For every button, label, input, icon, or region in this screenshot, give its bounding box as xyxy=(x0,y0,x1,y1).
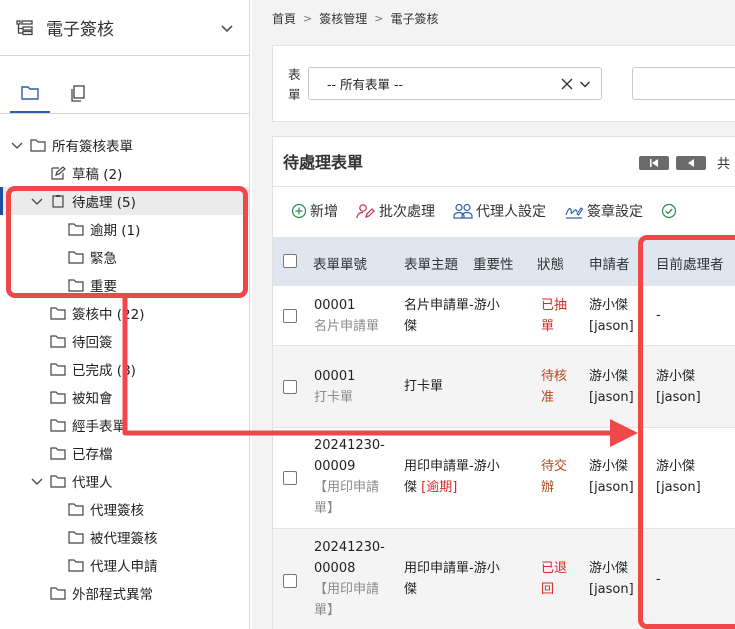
annotation-arrow xyxy=(122,298,638,447)
arrow-head-icon xyxy=(610,419,638,447)
